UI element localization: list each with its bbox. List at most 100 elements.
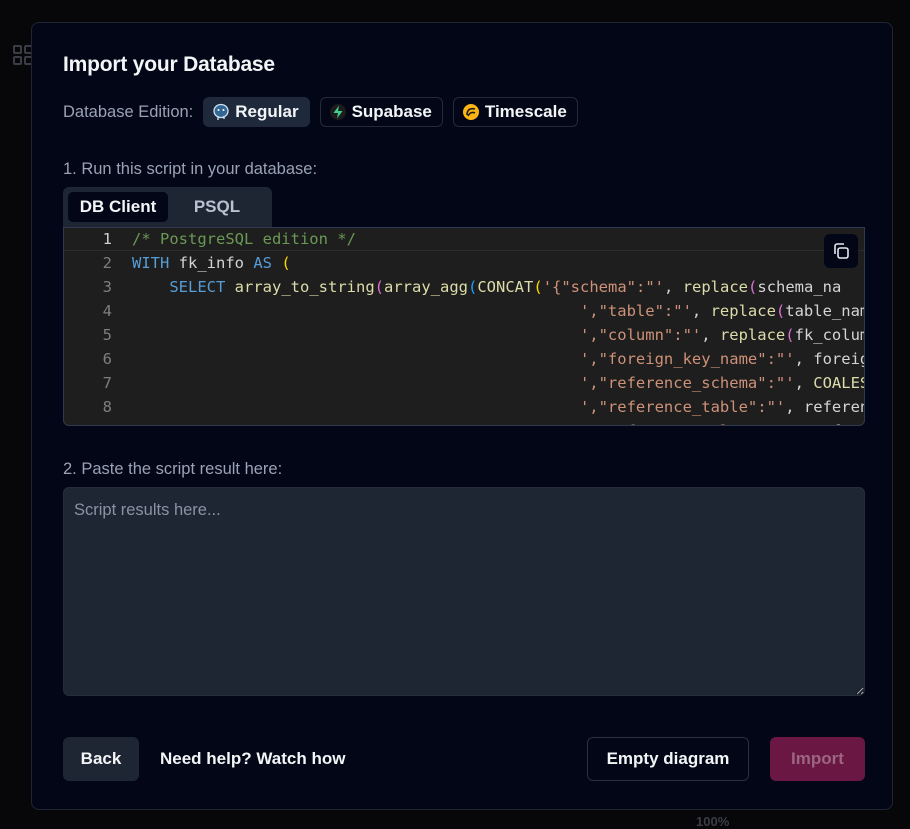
code-token: (	[785, 326, 795, 344]
code-line: 8 ',"reference_table":"', referenc	[64, 395, 864, 419]
code-line: 2 WITH fk_info AS (	[64, 251, 864, 275]
script-result-textarea[interactable]	[63, 487, 865, 696]
code-text: ',"reference_column":"', referenc	[132, 419, 864, 425]
background-toolbar: 100%	[560, 812, 910, 829]
copy-script-button[interactable]	[824, 234, 858, 268]
code-token: (	[468, 278, 478, 296]
code-token: AS	[253, 254, 272, 272]
line-number: 4	[102, 302, 112, 320]
code-text: ',"column":"', replace(fk_column	[132, 323, 864, 347]
line-number: 7	[102, 374, 112, 392]
edition-supabase-button[interactable]: Supabase	[319, 97, 443, 127]
line-number: 1	[102, 230, 112, 248]
code-token: replace	[682, 278, 749, 296]
code-token: /* PostgreSQL edition */	[132, 230, 356, 248]
code-text: SELECT array_to_string(array_agg(CONCAT(…	[132, 275, 841, 299]
edition-regular-label: Regular	[235, 102, 299, 121]
code-token: SELECT	[169, 278, 226, 296]
code-token: ,	[691, 302, 711, 320]
code-token: '{"schema":"'	[542, 278, 665, 296]
import-button[interactable]: Import	[770, 737, 865, 781]
code-token: referenc	[803, 398, 864, 416]
code-text: ',"reference_table":"', referenc	[132, 395, 864, 419]
code-token: table_name	[785, 302, 864, 320]
code-token: COALESC	[813, 374, 864, 392]
tab-psql[interactable]: PSQL	[175, 192, 259, 222]
code-token: schema_na	[757, 278, 842, 296]
code-line: 4 ',"table":"', replace(table_name	[64, 299, 864, 323]
code-token: replace	[710, 302, 776, 320]
code-token: ,	[701, 326, 720, 344]
code-token: replace	[719, 326, 786, 344]
code-token: ',"table":"'	[579, 302, 692, 320]
code-token: ',"reference_column":"'	[580, 422, 795, 425]
code-token: ,	[785, 398, 804, 416]
line-number: 8	[102, 398, 112, 416]
code-token: ',"column":"'	[579, 326, 702, 344]
code-token: (	[775, 302, 786, 320]
code-text: /* PostgreSQL edition */	[132, 228, 356, 250]
code-token: ,	[794, 350, 814, 368]
code-token: ,	[664, 278, 683, 296]
code-token: WITH	[132, 254, 170, 272]
code-text: WITH fk_info AS (	[132, 251, 291, 275]
code-token: (	[374, 278, 384, 296]
code-token: ',"reference_table":"'	[579, 398, 786, 416]
empty-diagram-button[interactable]: Empty diagram	[587, 737, 749, 781]
dialog-title: Import your Database	[63, 53, 275, 76]
back-button[interactable]: Back	[63, 737, 139, 781]
code-token: referenc	[813, 422, 864, 425]
code-token: foreign_	[813, 350, 864, 368]
script-code-editor[interactable]: 1 /* PostgreSQL edition */ 2 WITH fk_info A…	[63, 227, 865, 426]
code-line: 9 ',"reference_column":"', referenc	[64, 419, 864, 425]
code-text: ',"table":"', replace(table_name	[132, 299, 864, 323]
code-token: ,	[794, 374, 814, 392]
timescale-icon	[462, 103, 480, 121]
zoom-level: 100%	[696, 814, 730, 829]
step1-label: 1. Run this script in your database:	[63, 160, 318, 178]
line-number: 9	[64, 419, 112, 425]
code-token: CONCAT	[477, 278, 534, 296]
postgresql-icon	[212, 103, 230, 121]
edition-timescale-button[interactable]: Timescale	[452, 97, 578, 127]
help-link[interactable]: Need help? Watch how	[160, 737, 360, 781]
edition-timescale-label: Timescale	[484, 102, 567, 121]
code-line: 1 /* PostgreSQL edition */	[64, 228, 864, 251]
code-line: 7 ',"reference_schema":"', COALESC	[64, 371, 864, 395]
code-token: array_to_string	[234, 278, 375, 296]
step2-label: 2. Paste the script result here:	[63, 460, 283, 478]
code-text: ',"reference_schema":"', COALESC	[132, 371, 864, 395]
code-token: array_agg	[384, 278, 468, 296]
code-token: (	[281, 254, 291, 272]
edition-supabase-label: Supabase	[351, 102, 432, 121]
tab-db-client[interactable]: DB Client	[68, 192, 168, 222]
edition-label: Database Edition:	[63, 102, 194, 121]
line-number: 6	[102, 350, 112, 368]
copy-icon	[831, 241, 851, 261]
code-token: ',"reference_schema":"'	[579, 374, 795, 392]
code-line: 3 SELECT array_to_string(array_agg(CONCA…	[64, 275, 864, 299]
import-database-dialog: Import your Database Database Edition: R…	[31, 22, 893, 810]
code-token: fk_column	[794, 326, 864, 344]
line-number: 2	[102, 254, 112, 272]
code-token: ,	[795, 422, 814, 425]
code-token: ',"foreign_key_name":"'	[579, 350, 795, 368]
supabase-icon	[329, 103, 347, 121]
line-number: 5	[102, 326, 112, 344]
edition-regular-button[interactable]: Regular	[203, 97, 310, 127]
code-line: 6 ',"foreign_key_name":"', foreign_	[64, 347, 864, 371]
code-token: fk_info	[169, 254, 254, 272]
code-line: 5 ',"column":"', replace(fk_column	[64, 323, 864, 347]
code-text: ',"foreign_key_name":"', foreign_	[132, 347, 864, 371]
database-edition-row: Database Edition: Regular Supabase Times…	[63, 97, 588, 127]
script-tabs: DB Client PSQL	[63, 187, 272, 227]
code-token: (	[533, 278, 543, 296]
